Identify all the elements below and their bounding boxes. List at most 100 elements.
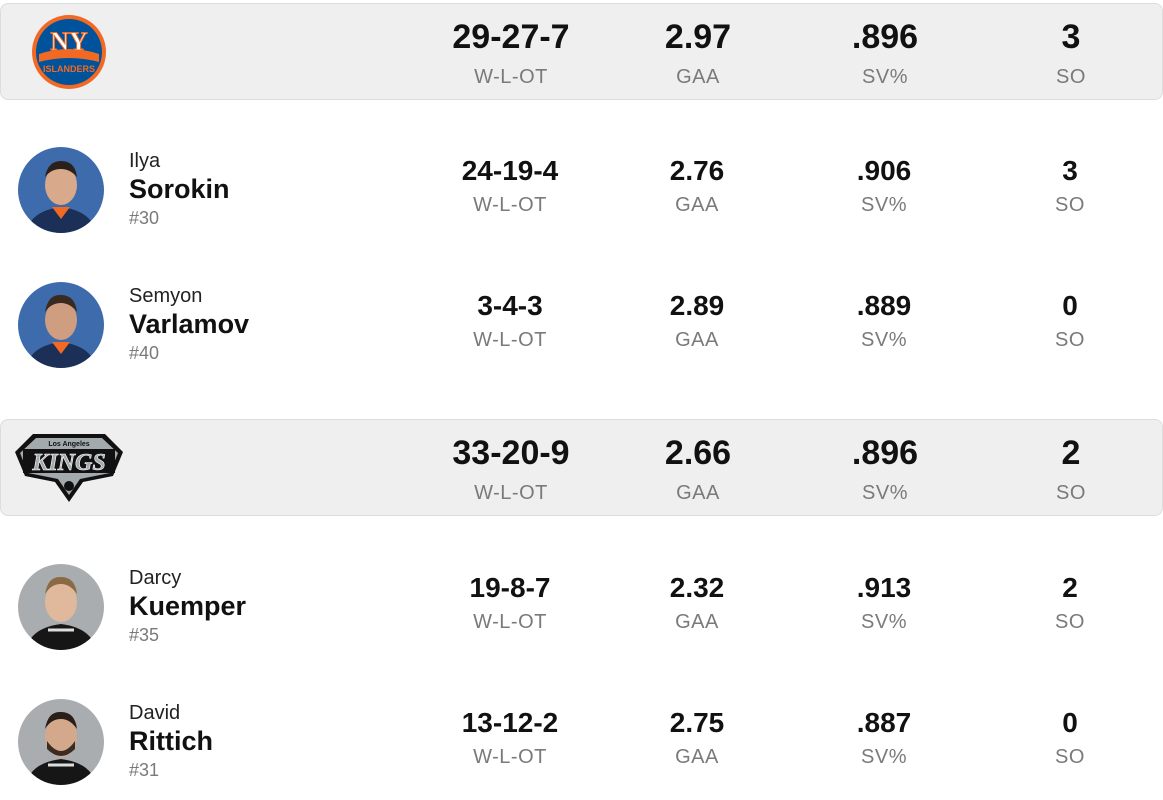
player-first-name: Darcy	[129, 567, 182, 589]
player-last-name[interactable]: Varlamov	[129, 311, 249, 338]
player-first-name: Ilya	[129, 150, 161, 172]
player-last-name[interactable]: Sorokin	[129, 176, 230, 203]
gaa-label: GAA	[675, 746, 719, 768]
team-summary-kings: Los Angeles KINGS 33-20-9 W-L-OT 2.66 GA…	[0, 419, 1163, 516]
sv-label: SV%	[861, 746, 907, 768]
goalie-row[interactable]: Ilya Sorokin #30 24-19-4 W-L-OT 2.76 GAA…	[0, 147, 1163, 247]
so-label: SO	[1056, 482, 1086, 504]
so-label: SO	[1055, 194, 1085, 216]
player-record: 19-8-7 W-L-OT	[410, 572, 610, 633]
player-shutouts: 2 SO	[970, 572, 1163, 633]
islanders-logo[interactable]: NY ISLANDERS	[29, 14, 109, 90]
goalie-row[interactable]: Semyon Varlamov #40 3-4-3 W-L-OT 2.89 GA…	[0, 282, 1163, 382]
svg-text:KINGS: KINGS	[31, 450, 105, 476]
sv-label: SV%	[862, 482, 908, 504]
player-last-name[interactable]: Rittich	[129, 728, 213, 755]
player-first-name: Semyon	[129, 285, 203, 307]
team-save-percentage: .896 SV%	[785, 20, 985, 87]
team-save-percentage: .896 SV%	[785, 436, 985, 503]
team-gaa: 2.66 GAA	[598, 436, 798, 503]
so-label: SO	[1055, 746, 1085, 768]
sv-label: SV%	[861, 329, 907, 351]
so-label: SO	[1056, 66, 1086, 88]
player-name[interactable]: Semyon Varlamov #40	[129, 286, 249, 362]
record-label: W-L-OT	[473, 329, 547, 351]
record-value: 33-20-9	[452, 434, 570, 472]
record-label: W-L-OT	[474, 66, 548, 88]
so-value: 0	[1062, 290, 1078, 321]
player-name[interactable]: David Rittich #31	[129, 703, 213, 779]
gaa-label: GAA	[675, 329, 719, 351]
gaa-value: 2.75	[669, 707, 725, 738]
svg-text:NY: NY	[50, 27, 88, 56]
record-value: 13-12-2	[461, 707, 559, 738]
player-record: 13-12-2 W-L-OT	[410, 707, 610, 768]
player-number: #40	[129, 343, 160, 363]
sv-label: SV%	[862, 66, 908, 88]
record-label: W-L-OT	[473, 194, 547, 216]
player-shutouts: 0 SO	[970, 290, 1163, 351]
record-value: 24-19-4	[461, 155, 559, 186]
player-last-name[interactable]: Kuemper	[129, 593, 246, 620]
sv-value: .896	[851, 434, 919, 472]
player-gaa: 2.76 GAA	[597, 155, 797, 216]
kings-logo[interactable]: Los Angeles KINGS	[13, 432, 125, 504]
player-save-percentage: .889 SV%	[784, 290, 984, 351]
sv-value: .906	[856, 155, 912, 186]
record-value: 19-8-7	[469, 572, 551, 603]
player-save-percentage: .913 SV%	[784, 572, 984, 633]
player-number: #35	[129, 625, 160, 645]
gaa-label: GAA	[675, 611, 719, 633]
so-label: SO	[1055, 611, 1085, 633]
gaa-value: 2.89	[669, 290, 725, 321]
sv-label: SV%	[861, 194, 907, 216]
player-number: #31	[129, 760, 160, 780]
player-avatar[interactable]	[18, 564, 104, 650]
player-name[interactable]: Darcy Kuemper #35	[129, 568, 246, 644]
sv-label: SV%	[861, 611, 907, 633]
team-summary-islanders: NY ISLANDERS 29-27-7 W-L-OT 2.97 GAA .89…	[0, 3, 1163, 100]
gaa-label: GAA	[675, 194, 719, 216]
so-value: 3	[1062, 155, 1078, 186]
player-shutouts: 0 SO	[970, 709, 1163, 768]
record-value: 29-27-7	[452, 18, 570, 56]
player-avatar[interactable]	[18, 282, 104, 368]
gaa-value: 2.66	[664, 434, 732, 472]
player-save-percentage: .887 SV%	[784, 709, 984, 768]
player-shutouts: 3 SO	[970, 155, 1163, 216]
player-save-percentage: .906 SV%	[784, 155, 984, 216]
gaa-value: 2.32	[669, 572, 725, 603]
so-value: 2	[1061, 434, 1081, 472]
team-gaa: 2.97 GAA	[598, 20, 798, 87]
player-gaa: 2.89 GAA	[597, 290, 797, 351]
player-record: 3-4-3 W-L-OT	[410, 290, 610, 351]
record-label: W-L-OT	[473, 746, 547, 768]
goalie-row[interactable]: Darcy Kuemper #35 19-8-7 W-L-OT 2.32 GAA…	[0, 564, 1163, 664]
record-label: W-L-OT	[473, 611, 547, 633]
team-shutouts: 3 SO	[971, 20, 1163, 87]
player-gaa: 2.75 GAA	[597, 707, 797, 768]
gaa-value: 2.97	[664, 18, 732, 56]
gaa-value: 2.76	[669, 155, 725, 186]
so-label: SO	[1055, 329, 1085, 351]
sv-value: .913	[856, 572, 912, 603]
player-name[interactable]: Ilya Sorokin #30	[129, 151, 230, 227]
sv-value: .889	[856, 290, 912, 321]
sv-value: .896	[851, 18, 919, 56]
player-gaa: 2.32 GAA	[597, 572, 797, 633]
team-record: 29-27-7 W-L-OT	[411, 20, 611, 87]
goalie-row[interactable]: David Rittich #31 13-12-2 W-L-OT 2.75 GA…	[0, 699, 1163, 799]
svg-text:ISLANDERS: ISLANDERS	[43, 64, 95, 74]
player-record: 24-19-4 W-L-OT	[410, 155, 610, 216]
player-avatar[interactable]	[18, 699, 104, 785]
svg-text:Los Angeles: Los Angeles	[48, 441, 89, 448]
so-value: 2	[1062, 572, 1078, 603]
gaa-label: GAA	[676, 482, 720, 504]
so-value: 3	[1061, 18, 1081, 56]
player-avatar[interactable]	[18, 147, 104, 233]
player-first-name: David	[129, 702, 181, 724]
player-number: #30	[129, 208, 160, 228]
record-label: W-L-OT	[474, 482, 548, 504]
team-shutouts: 2 SO	[971, 436, 1163, 503]
record-value: 3-4-3	[477, 290, 543, 321]
